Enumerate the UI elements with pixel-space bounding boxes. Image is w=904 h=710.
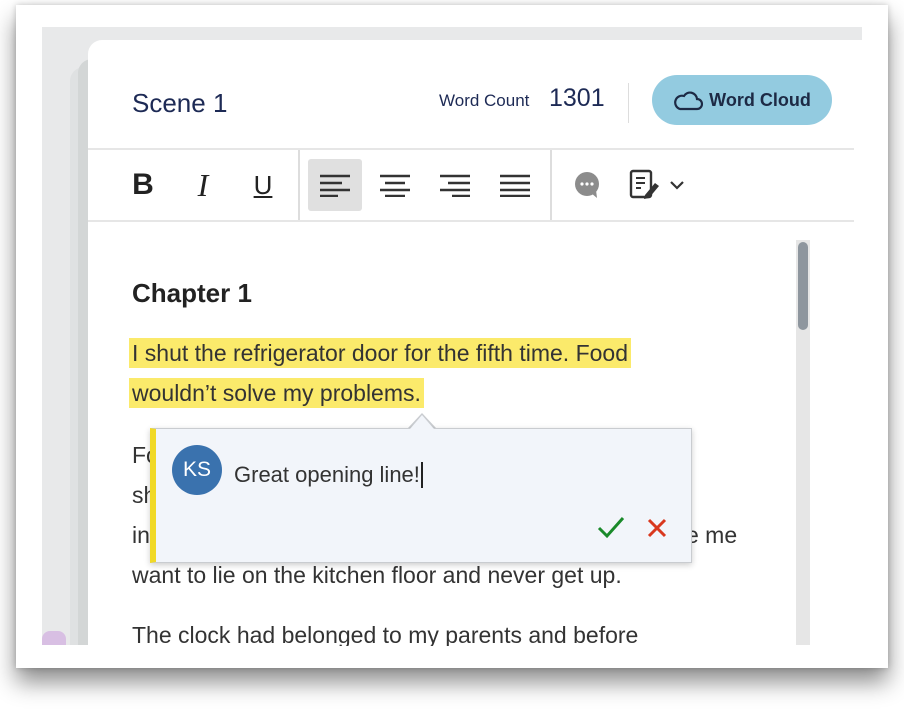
- align-justify-icon: [500, 174, 530, 197]
- align-right-icon: [440, 174, 470, 197]
- scrollbar[interactable]: [796, 240, 810, 645]
- underline-icon: U: [253, 169, 273, 200]
- cloud-icon: [674, 91, 704, 111]
- scrollbar-thumb[interactable]: [798, 242, 808, 330]
- divider: [550, 150, 552, 220]
- formatting-toolbar: B I U: [88, 148, 854, 222]
- word-count-value: 1301: [549, 84, 605, 112]
- paragraph-fragment: in: [132, 522, 150, 548]
- word-cloud-label: Word Cloud: [709, 89, 811, 110]
- more-dropdown[interactable]: [662, 159, 692, 211]
- divider: [298, 150, 300, 220]
- avatar: KS: [172, 445, 222, 495]
- align-left-button[interactable]: [308, 159, 362, 211]
- comment-input[interactable]: Great opening line!: [234, 462, 423, 488]
- comment-popup: KS Great opening line!: [150, 428, 692, 563]
- track-changes-icon: [629, 169, 659, 199]
- align-center-button[interactable]: [368, 159, 422, 211]
- paragraph-line: The clock had belonged to my parents and…: [132, 622, 639, 646]
- confirm-check-icon[interactable]: [596, 515, 626, 539]
- align-right-button[interactable]: [428, 159, 482, 211]
- comment-icon: [575, 172, 599, 198]
- underline-button[interactable]: U: [236, 159, 290, 211]
- word-cloud-button[interactable]: Word Cloud: [652, 75, 832, 125]
- page-title: Scene 1: [132, 88, 228, 118]
- chevron-down-icon: [670, 181, 684, 190]
- chapter-heading: Chapter 1: [132, 278, 252, 308]
- italic-button[interactable]: I: [176, 159, 230, 211]
- bold-button[interactable]: B: [116, 159, 170, 211]
- paragraph-fragment: e me: [686, 522, 738, 548]
- highlighted-text[interactable]: wouldn’t solve my problems.: [129, 378, 424, 408]
- word-count-label: Word Count: [439, 91, 530, 110]
- bold-icon: B: [132, 168, 154, 201]
- align-justify-button[interactable]: [488, 159, 542, 211]
- italic-icon: I: [197, 166, 209, 203]
- align-center-icon: [380, 174, 410, 197]
- side-tab[interactable]: [42, 631, 66, 645]
- paragraph-line: want to lie on the kitchen floor and nev…: [132, 562, 622, 588]
- comment-button[interactable]: [560, 159, 614, 211]
- cancel-x-icon[interactable]: [646, 517, 668, 539]
- popup-pointer-fill: [410, 415, 434, 429]
- highlighted-text[interactable]: I shut the refrigerator door for the fif…: [129, 338, 632, 368]
- divider: [628, 83, 629, 123]
- align-left-icon: [320, 174, 350, 197]
